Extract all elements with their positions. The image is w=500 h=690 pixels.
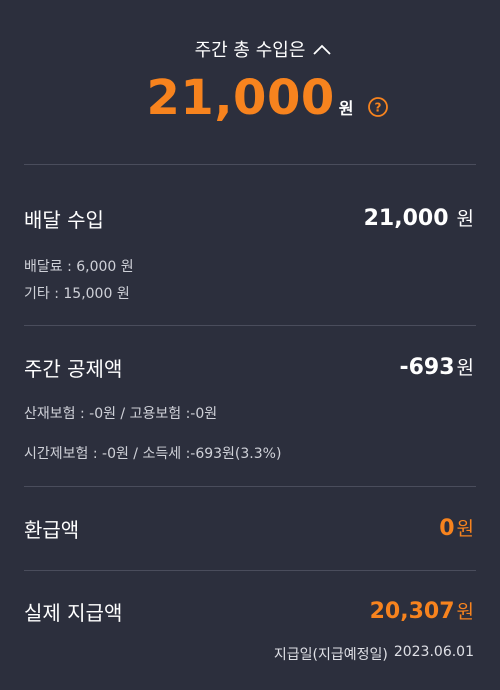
total-unit: 원	[338, 99, 354, 118]
actual-payment-unit: 원	[456, 601, 474, 623]
refund-title: 환급액	[24, 518, 80, 542]
weekly-deduction-title: 주간 공제액	[24, 357, 123, 381]
divider	[24, 325, 476, 326]
delivery-income-value: 21,000 원	[364, 204, 474, 231]
divider	[24, 164, 476, 165]
weekly-income-screen: 주간 총 수입은 21,000 원 ? 배달 수입 21,000 원 배달료 :…	[0, 0, 500, 690]
header-title: 주간 총 수입은	[194, 40, 306, 61]
insurance-detail: 산재보험 : -0원 / 고용보험 :-0원	[24, 406, 218, 422]
payday-label: 지급일(지급예정일)	[273, 647, 388, 663]
total-amount: 21,000	[146, 70, 335, 126]
other-income-detail: 기타 : 15,000 원	[24, 286, 130, 302]
payday-info: 지급일(지급예정일) 2023.06.01	[274, 644, 474, 664]
refund-value: 0 원	[439, 514, 474, 541]
weekly-deduction-unit: 원	[456, 357, 474, 379]
actual-payment-title: 실제 지급액	[24, 601, 123, 625]
divider	[24, 570, 476, 571]
delivery-income-title: 배달 수입	[24, 208, 104, 232]
actual-payment-value: 20,307 원	[370, 597, 474, 624]
refund-amount: 0	[439, 516, 455, 541]
tax-detail: 시간제보험 : -0원 / 소득세 :-693원(3.3%)	[24, 446, 282, 462]
divider	[24, 486, 476, 487]
weekly-deduction-value: -693 원	[399, 353, 474, 380]
header-title-row[interactable]: 주간 총 수입은	[0, 36, 500, 62]
svg-text:?: ?	[375, 101, 382, 115]
question-circle-icon[interactable]: ?	[367, 96, 389, 118]
delivery-fee-detail: 배달료 : 6,000 원	[24, 259, 134, 275]
weekly-deduction-amount: -693	[399, 355, 455, 380]
actual-payment-amount: 20,307	[369, 599, 455, 624]
delivery-income-amount: 21,000	[363, 206, 449, 231]
total-income: 21,000 원	[0, 70, 500, 126]
delivery-income-unit: 원	[456, 208, 474, 230]
chevron-up-icon[interactable]	[312, 44, 332, 56]
refund-unit: 원	[456, 518, 474, 540]
payday-date: 2023.06.01	[393, 644, 474, 660]
